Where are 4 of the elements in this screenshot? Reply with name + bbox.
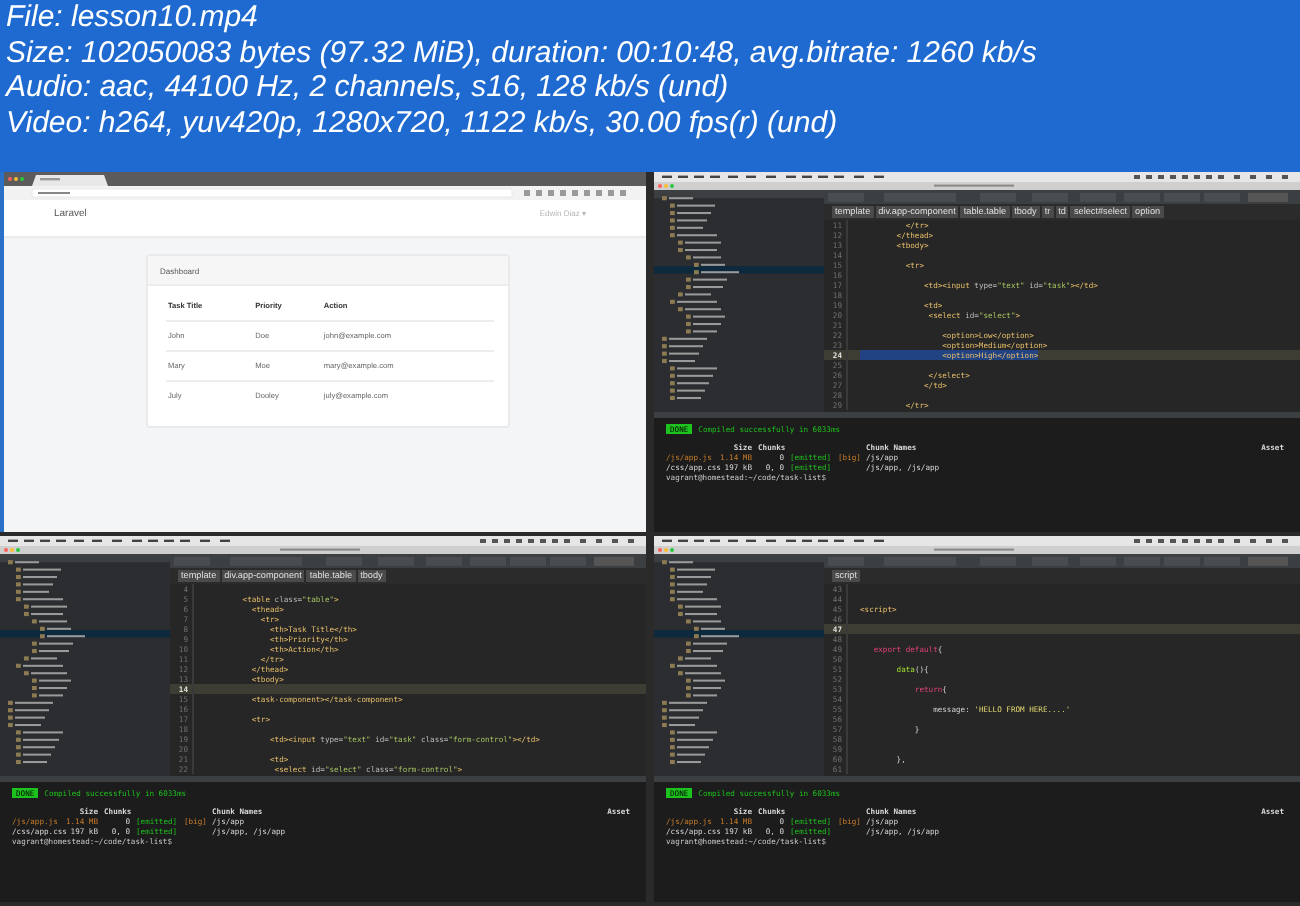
- info-line: Audio: aac, 44100 Hz, 2 channels, s16, 128 kb/s (und): [6, 70, 729, 105]
- info-line: Video: h264, yuv420p, 1280x720, 1122 kb/s, 30.00 fps(r) (und): [6, 105, 838, 140]
- info-line: File: lesson10.mp4: [6, 0, 258, 35]
- info-line: Size: 102050083 bytes (97.32 MiB), duration: 00:10:48, avg.bitrate: 1260 kb/s: [6, 35, 1037, 70]
